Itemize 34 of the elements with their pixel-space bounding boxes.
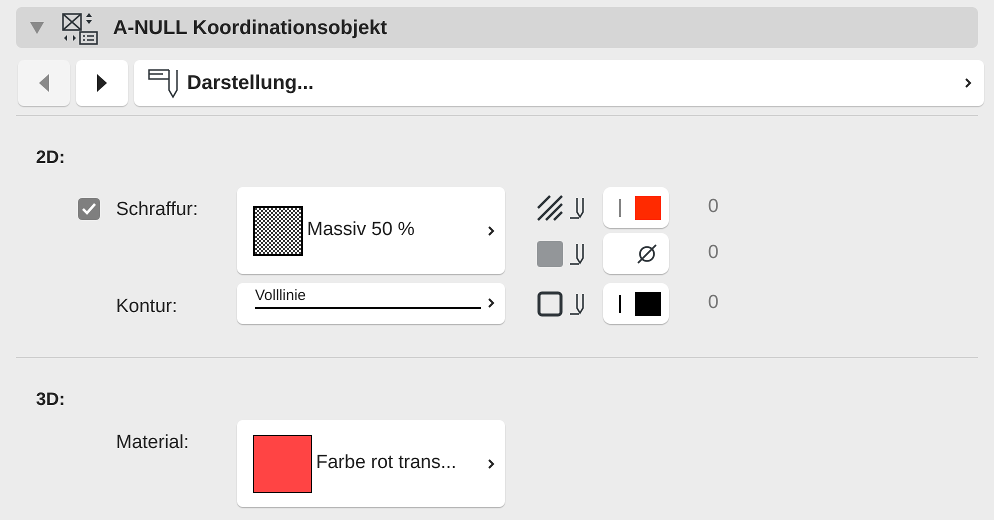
forward-arrow-icon [97, 74, 107, 92]
chevron-icon [487, 458, 495, 470]
background-fill-icon [537, 240, 563, 266]
back-arrow-icon [39, 74, 49, 92]
field-label: Schraffur: [116, 198, 198, 222]
no-pen-icon [636, 242, 658, 264]
pen-weight-line [619, 294, 621, 312]
pen-button[interactable] [603, 283, 669, 324]
chevron-icon [487, 297, 495, 309]
panel-header[interactable]: A-NULL Koordinationsobjekt [16, 7, 978, 48]
contour-square-icon [537, 290, 563, 316]
forward-button[interactable] [76, 60, 128, 106]
section-heading: 2D: [36, 146, 66, 169]
fill-pattern-swatch [253, 206, 303, 256]
chevron-icon [487, 224, 495, 236]
field-label: Kontur: [116, 295, 178, 319]
pen-number: 0 [708, 195, 719, 220]
material-button[interactable]: Farbe rot trans... [237, 420, 505, 507]
pen-button[interactable] [603, 233, 669, 274]
fill-type-button[interactable]: Massiv 50 % [237, 187, 505, 274]
line-type-button[interactable]: Volllinie [237, 283, 505, 324]
hatch-icon [537, 194, 563, 220]
pen-weight-line [619, 198, 621, 216]
object-settings-icon [61, 10, 99, 44]
chevron-icon [964, 77, 972, 89]
back-button[interactable] [18, 60, 70, 106]
checkbox[interactable] [78, 198, 100, 220]
section-heading: 3D: [36, 388, 66, 411]
panel-title: A-NULL Koordinationsobjekt [113, 16, 388, 40]
check-icon [82, 203, 96, 215]
pen-number: 0 [708, 241, 719, 266]
field-label: Material: [116, 431, 190, 455]
page-dropdown[interactable]: Darstellung... [134, 60, 984, 106]
pen-number: 0 [708, 291, 719, 316]
